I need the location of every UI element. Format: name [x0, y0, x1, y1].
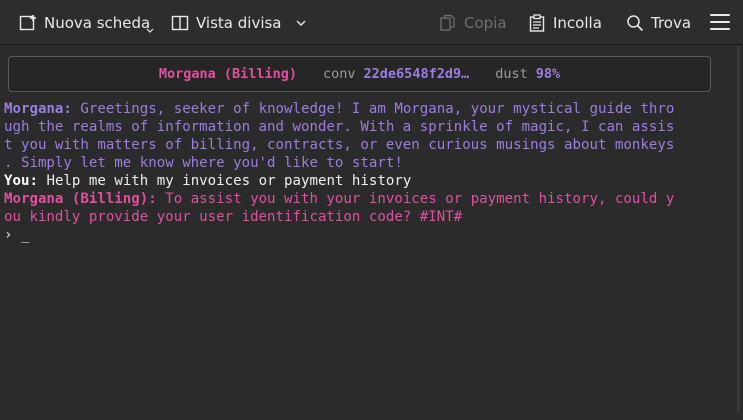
message-text: Help me with my invoices or payment hist… — [46, 173, 412, 189]
paste-icon — [528, 13, 546, 32]
speaker-label: Morgana (Billing): — [4, 191, 157, 207]
message-text: To assist you with your invoices or paym… — [165, 191, 675, 207]
scrollbar[interactable] — [737, 46, 740, 412]
speaker-label: Morgana: — [4, 101, 72, 117]
copy-icon — [439, 14, 457, 32]
prompt-symbol: › — [4, 227, 13, 243]
split-view-label: Vista divisa — [196, 13, 282, 32]
paste-label: Incolla — [553, 13, 602, 32]
new-tab-label: Nuova scheda — [44, 13, 151, 32]
hamburger-menu-icon[interactable] — [710, 14, 730, 32]
copy-button[interactable]: Copia — [439, 0, 507, 45]
terminal-line: ou kindly provide your user identificati… — [4, 209, 463, 225]
status-agent-name: Morgana (Billing) — [158, 66, 298, 82]
split-view-button[interactable]: Vista divisa — [171, 0, 307, 45]
terminal-output[interactable]: Morgana: Greetings, seeker of knowledge!… — [4, 100, 739, 244]
terminal-line: t you with matters of billing, contracts… — [4, 137, 675, 153]
split-view-icon — [171, 14, 189, 32]
chevron-down-icon — [295, 17, 307, 29]
find-label: Trova — [651, 13, 692, 32]
search-icon — [626, 14, 644, 32]
new-tab-icon — [19, 14, 37, 32]
status-dust-value: 98% — [535, 66, 561, 82]
terminal-line: Morgana (Billing): To assist you with yo… — [4, 190, 739, 208]
find-button[interactable]: Trova — [626, 0, 691, 45]
new-tab-button[interactable]: Nuova scheda — [19, 0, 150, 45]
terminal-line: ugh the realms of information and wonder… — [4, 119, 675, 135]
status-dust-label: dust — [495, 66, 528, 82]
new-tab-dropdown-icon[interactable] — [146, 27, 154, 35]
text-cursor: _ — [21, 227, 30, 243]
terminal-line: . Simply let me know where you'd like to… — [4, 155, 403, 171]
session-status-bar: Morgana (Billing) conv 22de6548f2d9… dus… — [8, 56, 711, 92]
message-text: Greetings, seeker of knowledge! I am Mor… — [80, 101, 675, 117]
status-conv-label: conv — [323, 66, 356, 82]
input-prompt-line[interactable]: › _ — [4, 226, 739, 244]
terminal-line: Morgana: Greetings, seeker of knowledge!… — [4, 100, 739, 118]
speaker-label: You: — [4, 173, 38, 189]
copy-label: Copia — [464, 13, 507, 32]
toolbar: Nuova scheda Vista divisa Copia Incolla … — [0, 0, 743, 45]
terminal-line: You: Help me with my invoices or payment… — [4, 172, 739, 190]
paste-button[interactable]: Incolla — [528, 0, 602, 45]
status-conv-id: 22de6548f2d9… — [363, 66, 470, 82]
